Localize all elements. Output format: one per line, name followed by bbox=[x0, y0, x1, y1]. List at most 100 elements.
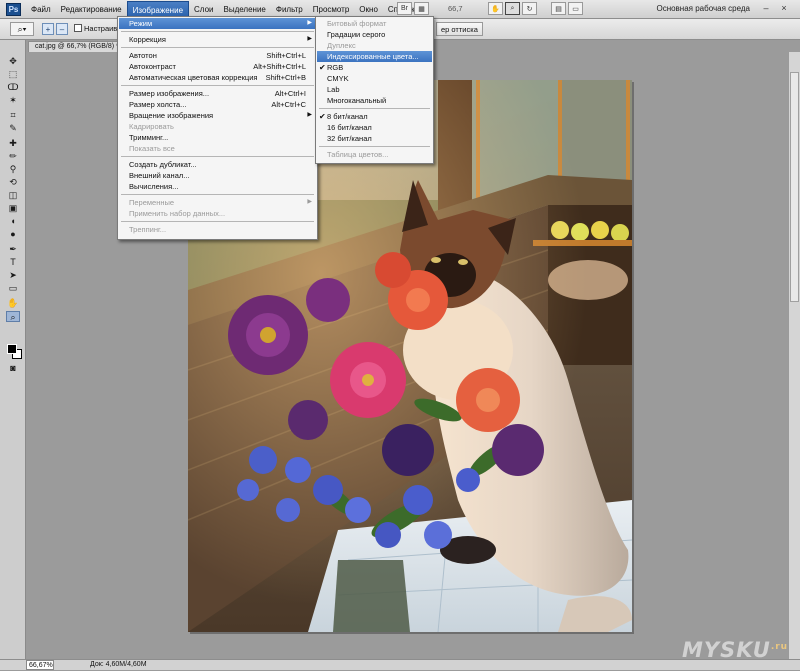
magnifier-icon[interactable]: ⌕▾ bbox=[10, 22, 34, 36]
image-menu-item-label: Коррекция bbox=[129, 35, 166, 44]
dodge-tool-icon[interactable]: ● bbox=[6, 229, 20, 240]
image-menu-item[interactable]: Вращение изображения ▶ bbox=[119, 110, 316, 121]
pen-tool-icon[interactable]: ✒ bbox=[6, 244, 20, 255]
menu-separator bbox=[121, 194, 314, 195]
eyedropper-icon[interactable]: ✎ bbox=[6, 123, 20, 134]
image-menu-item[interactable]: Размер холста... Alt+Ctrl+C bbox=[119, 99, 316, 110]
document-size-info[interactable]: Док: 4,60M/4,60M bbox=[90, 660, 147, 670]
quick-mask-icon[interactable]: ◙ bbox=[6, 363, 20, 374]
move-tool-icon[interactable]: ✥ bbox=[6, 56, 20, 67]
image-menu-item[interactable]: Автоконтраст Alt+Shift+Ctrl+L bbox=[119, 61, 316, 72]
mode-menu-item[interactable]: Lab bbox=[317, 84, 432, 95]
mode-menu-item-label: RGB bbox=[327, 63, 344, 72]
mode-menu-item-label: CMYK bbox=[327, 74, 349, 83]
image-menu-item-label: Размер холста... bbox=[129, 100, 187, 109]
mode-menu-item[interactable]: 16 бит/канал bbox=[317, 122, 432, 133]
bridge-button[interactable]: Br bbox=[397, 2, 412, 15]
shape-tool-icon[interactable]: ▭ bbox=[6, 283, 20, 294]
status-zoom-field[interactable]: 66,67% bbox=[26, 660, 54, 670]
zoom-out-icon[interactable]: – bbox=[56, 23, 68, 35]
close-button[interactable]: × bbox=[778, 3, 790, 14]
image-menu-item-label: Тримминг... bbox=[129, 133, 169, 142]
eraser-tool-icon[interactable]: ◫ bbox=[6, 190, 20, 201]
mode-menu-item[interactable]: ✔ RGB bbox=[317, 62, 432, 73]
submenu-arrow-icon: ▶ bbox=[307, 199, 312, 205]
scrollbar-thumb[interactable] bbox=[790, 72, 799, 302]
image-menu-item-label: Кадрировать bbox=[129, 122, 174, 131]
hand-tool-icon[interactable]: ✋ bbox=[488, 2, 503, 15]
image-menu-item[interactable]: Размер изображения... Alt+Ctrl+I bbox=[119, 88, 316, 99]
resize-windows-checkbox[interactable] bbox=[74, 24, 82, 32]
mode-submenu-dropdown: Битовый формат Градации серого Дуплекс Инде… bbox=[315, 16, 434, 164]
mode-menu-item[interactable]: CMYK bbox=[317, 73, 432, 84]
image-menu-item[interactable]: Режим ▶ bbox=[119, 18, 316, 29]
image-menu-item[interactable]: Создать дубликат... bbox=[119, 159, 316, 170]
minimize-button[interactable]: – bbox=[760, 3, 772, 14]
document-tab-title: cat.jpg @ 66,7% (RGB/8) * bbox=[35, 43, 119, 50]
image-menu-item[interactable]: Тримминг... bbox=[119, 132, 316, 143]
mode-menu-item-label: 8 бит/канал bbox=[327, 112, 368, 121]
watermark-suffix: .ru bbox=[770, 642, 789, 652]
type-tool-icon[interactable]: T bbox=[6, 257, 20, 268]
image-menu-item-label: Применить набор данных... bbox=[129, 209, 226, 218]
healing-brush-icon[interactable]: ✚ bbox=[6, 138, 20, 149]
image-menu-item-label: Автоматическая цветовая коррекция bbox=[129, 73, 258, 82]
zoom-tool-icon[interactable]: ⌕ bbox=[505, 2, 520, 15]
image-menu-item[interactable]: Вычисления... bbox=[119, 181, 316, 192]
mode-menu-item-label: Таблица цветов... bbox=[327, 150, 389, 159]
crop-tool-icon[interactable]: ⌗ bbox=[6, 110, 20, 121]
zoom-level[interactable]: 66,7 bbox=[448, 4, 463, 13]
magic-wand-icon[interactable]: ✶ bbox=[6, 95, 20, 106]
menu-layers[interactable]: Слои bbox=[189, 1, 218, 18]
arrange-docs-icon[interactable]: ▤ bbox=[551, 2, 566, 15]
image-menu-item-label: Размер изображения... bbox=[129, 89, 210, 98]
image-menu-item: Переменные ▶ bbox=[119, 197, 316, 208]
menu-filter[interactable]: Фильтр bbox=[271, 1, 308, 18]
image-menu-item-label: Автоконтраст bbox=[129, 62, 176, 71]
foreground-color-swatch[interactable] bbox=[7, 344, 17, 354]
image-menu-item[interactable]: Коррекция ▶ bbox=[119, 34, 316, 45]
gradient-tool-icon[interactable]: ▣ bbox=[6, 203, 20, 214]
mode-menu-item-label: Дуплекс bbox=[327, 41, 356, 50]
mode-menu-item[interactable]: 32 бит/канал bbox=[317, 133, 432, 144]
mode-menu-item[interactable]: Градации серого bbox=[317, 29, 432, 40]
zoom-in-icon[interactable]: + bbox=[42, 23, 54, 35]
stamp-tool-icon[interactable]: ⚲ bbox=[6, 164, 20, 175]
menu-window[interactable]: Окно bbox=[354, 1, 383, 18]
hand-tool-icon[interactable]: ✋ bbox=[6, 298, 20, 309]
lasso-tool-icon[interactable]: ↀ bbox=[6, 82, 20, 93]
print-size-button[interactable]: ер оттиска bbox=[436, 22, 483, 36]
mode-menu-item-label: Битовый формат bbox=[327, 19, 387, 28]
image-menu-item[interactable]: Внешний канал... bbox=[119, 170, 316, 181]
image-menu-item[interactable]: Автотон Shift+Ctrl+L bbox=[119, 50, 316, 61]
view-extras-button[interactable]: ▦ bbox=[414, 2, 429, 15]
image-menu-item-label: Вычисления... bbox=[129, 182, 179, 191]
workspace-switcher[interactable]: Основная рабочая среда bbox=[656, 4, 750, 13]
menu-view[interactable]: Просмотр bbox=[308, 1, 355, 18]
mode-menu-item[interactable]: ✔ 8 бит/канал bbox=[317, 111, 432, 122]
mode-menu-item: Таблица цветов... bbox=[317, 149, 432, 160]
menu-separator bbox=[319, 108, 430, 109]
image-menu-item[interactable]: Автоматическая цветовая коррекция Shift+C… bbox=[119, 72, 316, 83]
menu-file[interactable]: Файл bbox=[26, 1, 56, 18]
submenu-arrow-icon: ▶ bbox=[307, 112, 312, 118]
mode-menu-item[interactable]: Многоканальный bbox=[317, 95, 432, 106]
marquee-tool-icon[interactable]: ⬚ bbox=[6, 69, 20, 80]
vertical-scrollbar[interactable] bbox=[788, 52, 800, 659]
menu-edit[interactable]: Редактирование bbox=[56, 1, 127, 18]
rotate-view-icon[interactable]: ↻ bbox=[522, 2, 537, 15]
mode-menu-item[interactable]: Индексированные цвета... bbox=[317, 51, 432, 62]
image-menu-item-label: Переменные bbox=[129, 198, 175, 207]
brush-tool-icon[interactable]: ✏ bbox=[6, 151, 20, 162]
path-select-icon[interactable]: ➤ bbox=[6, 270, 20, 281]
menu-image[interactable]: Изображение bbox=[126, 0, 190, 18]
zoom-tool-icon[interactable]: ⌕ bbox=[6, 311, 20, 322]
mode-menu-item-label: Индексированные цвета... bbox=[327, 52, 419, 61]
blur-tool-icon[interactable]: ◖ bbox=[6, 216, 20, 227]
menu-shortcut: Alt+Ctrl+I bbox=[274, 89, 306, 98]
screen-mode-icon[interactable]: ▭ bbox=[568, 2, 583, 15]
photoshop-logo-icon: Ps bbox=[6, 2, 21, 16]
menu-shortcut: Shift+Ctrl+L bbox=[266, 51, 306, 60]
history-brush-icon[interactable]: ⟲ bbox=[6, 177, 20, 188]
menu-select[interactable]: Выделение bbox=[218, 1, 270, 18]
